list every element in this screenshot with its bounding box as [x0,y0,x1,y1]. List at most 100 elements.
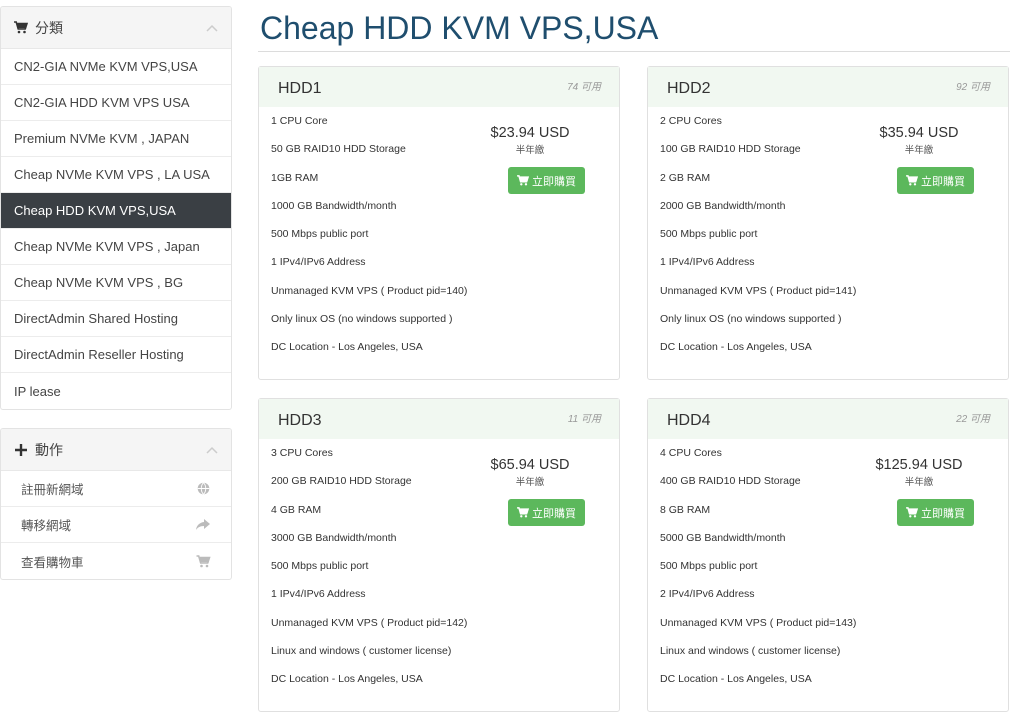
page-title: Cheap HDD KVM VPS,USA [258,0,1010,52]
order-button-label: 立即購買 [921,175,965,188]
main-content: Cheap HDD KVM VPS,USA [258,0,1010,52]
feature-item: 500 Mbps public port [271,228,369,241]
chevron-up-icon[interactable] [205,21,219,35]
product-availability: 22 可用 [956,414,990,425]
sidebar-item-label: IP lease [14,383,61,399]
chevron-up-icon[interactable] [205,443,219,457]
actions-panel: 動作 註冊新網域 轉移網域 查看購物車 [0,428,232,580]
feature-item: Linux and windows ( customer license) [660,645,841,658]
plus-icon [13,442,29,458]
sidebar-item-directadmin-reseller[interactable]: DirectAdmin Reseller Hosting [1,337,231,373]
product-header: HDD4 22 可用 [648,399,1008,439]
sidebar-item-label: Premium NVMe KVM , JAPAN [14,131,190,146]
actions-panel-header[interactable]: 動作 [1,429,231,471]
feature-item: Only linux OS (no windows supported ) [271,313,453,326]
product-card-hdd4: HDD4 22 可用 4 CPU Cores 400 GB RAID10 HDD… [647,398,1009,712]
feature-item: DC Location - Los Angeles, USA [660,673,812,686]
sidebar: 分類 CN2-GIA NVMe KVM VPS,USA CN2-GIA HDD … [0,0,232,592]
order-button-label: 立即購買 [532,175,576,188]
feature-item: Only linux OS (no windows supported ) [660,313,842,326]
sidebar-item-label: Cheap NVMe KVM VPS , BG [14,275,184,290]
product-name: HDD3 [278,412,322,429]
product-price: $125.94 USD [875,457,963,473]
product-name: HDD2 [667,80,711,97]
feature-item: 500 Mbps public port [660,228,758,241]
action-label: 查看購物車 [21,555,84,570]
sidebar-item-label: CN2-GIA HDD KVM VPS USA [14,95,190,110]
order-button-label: 立即購買 [532,507,576,520]
feature-item: Unmanaged KVM VPS ( Product pid=143) [660,616,857,629]
feature-item: 5000 GB Bandwidth/month [660,531,786,544]
action-label: 轉移網域 [21,519,72,533]
sidebar-item-label: CN2-GIA NVMe KVM VPS,USA [14,59,198,74]
sidebar-item-label: DirectAdmin Reseller Hosting [14,347,184,362]
sidebar-item-label: Cheap NVMe KVM VPS , Japan [14,239,200,254]
sidebar-item-directadmin-shared[interactable]: DirectAdmin Shared Hosting [1,301,231,337]
cart-icon [517,507,529,519]
product-name: HDD1 [278,80,322,97]
product-availability: 92 可用 [956,82,990,93]
categories-panel-header[interactable]: 分類 [1,7,231,49]
feature-item: 3000 GB Bandwidth/month [271,531,397,544]
feature-item: 500 Mbps public port [271,560,369,573]
product-name: HDD4 [667,412,711,429]
feature-item: 2000 GB Bandwidth/month [660,199,786,212]
action-register-domain[interactable]: 註冊新網域 [1,471,231,507]
sidebar-item-cn2-gia-hdd[interactable]: CN2-GIA HDD KVM VPS USA [1,85,231,121]
categories-title: 分類 [35,19,63,36]
product-price: $35.94 USD [879,125,959,141]
sidebar-item-cn2-gia-nvme[interactable]: CN2-GIA NVMe KVM VPS,USA [1,49,231,85]
product-price: $65.94 USD [490,457,570,473]
order-now-button[interactable]: 立即購買 [508,167,585,194]
product-availability: 11 可用 [567,414,601,425]
billing-cycle: 半年繳 [515,477,545,488]
cart-icon [906,507,918,519]
sidebar-item-cheap-hdd-usa[interactable]: Cheap HDD KVM VPS,USA [1,193,231,229]
feature-item: DC Location - Los Angeles, USA [271,341,423,354]
sidebar-item-premium-nvme-japan[interactable]: Premium NVMe KVM , JAPAN [1,121,231,157]
categories-panel: 分類 CN2-GIA NVMe KVM VPS,USA CN2-GIA HDD … [0,6,232,410]
sidebar-item-label: Cheap HDD KVM VPS,USA [14,203,176,218]
order-now-button[interactable]: 立即購買 [897,499,974,526]
billing-cycle: 半年繳 [515,145,545,156]
product-pricing: $35.94 USD 半年繳 [864,125,974,156]
cart-icon [517,175,529,187]
product-header: HDD2 92 可用 [648,67,1008,107]
cart-icon [906,175,918,187]
product-header: HDD3 11 可用 [259,399,619,439]
feature-item: 1 IPv4/IPv6 Address [271,588,366,601]
feature-item: 500 Mbps public port [660,560,758,573]
action-label: 註冊新網域 [21,483,84,497]
order-now-button[interactable]: 立即購買 [897,167,974,194]
product-pricing: $125.94 USD 半年繳 [864,457,974,488]
feature-item: Unmanaged KVM VPS ( Product pid=140) [271,284,468,297]
sidebar-item-label: DirectAdmin Shared Hosting [14,311,179,326]
order-button-label: 立即購買 [921,507,965,520]
product-pricing: $23.94 USD 半年繳 [475,125,585,156]
billing-cycle: 半年繳 [904,477,934,488]
action-view-cart[interactable]: 查看購物車 [1,543,231,579]
sidebar-item-cheap-nvme-bg[interactable]: Cheap NVMe KVM VPS , BG [1,265,231,301]
action-transfer-domain[interactable]: 轉移網域 [1,507,231,543]
globe-icon [195,481,211,497]
product-availability: 74 可用 [567,82,601,93]
feature-item: 2 IPv4/IPv6 Address [660,588,755,601]
feature-item: Unmanaged KVM VPS ( Product pid=142) [271,616,468,629]
sidebar-item-label: Cheap NVMe KVM VPS , LA USA [14,167,210,182]
feature-item: 1000 GB Bandwidth/month [271,199,397,212]
product-card-hdd3: HDD3 11 可用 3 CPU Cores 200 GB RAID10 HDD… [258,398,620,712]
sidebar-item-ip-lease[interactable]: IP lease [1,373,231,409]
actions-title: 動作 [35,441,63,458]
cart-icon [13,20,29,36]
feature-item: Linux and windows ( customer license) [271,645,452,658]
product-pricing: $65.94 USD 半年繳 [475,457,585,488]
cart-icon [195,553,211,569]
sidebar-item-cheap-nvme-la[interactable]: Cheap NVMe KVM VPS , LA USA [1,157,231,193]
sidebar-item-cheap-nvme-japan[interactable]: Cheap NVMe KVM VPS , Japan [1,229,231,265]
feature-item: Unmanaged KVM VPS ( Product pid=141) [660,284,857,297]
share-arrow-icon [195,517,211,533]
feature-item: 1 IPv4/IPv6 Address [660,256,755,269]
product-card-hdd2: HDD2 92 可用 2 CPU Cores 100 GB RAID10 HDD… [647,66,1009,380]
product-price: $23.94 USD [490,125,570,141]
order-now-button[interactable]: 立即購買 [508,499,585,526]
